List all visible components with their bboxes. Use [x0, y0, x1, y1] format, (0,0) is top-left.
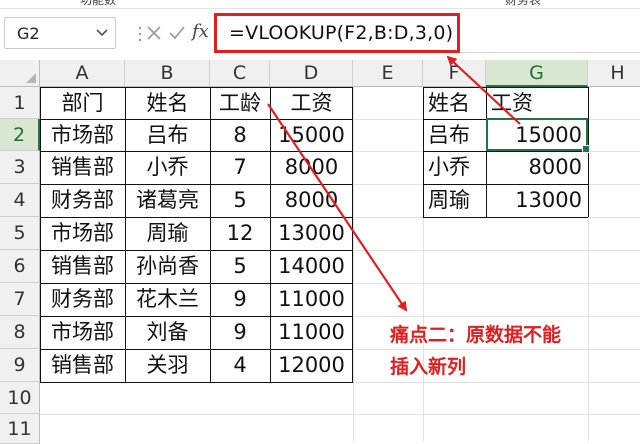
annotation-line-1: 痛点二：原数据不能	[390, 324, 562, 346]
arrow-to-note	[267, 103, 408, 312]
annotation-arrows	[267, 55, 521, 312]
annotation-line-2: 插入新列	[390, 356, 467, 378]
arrow-to-formula	[446, 55, 521, 125]
